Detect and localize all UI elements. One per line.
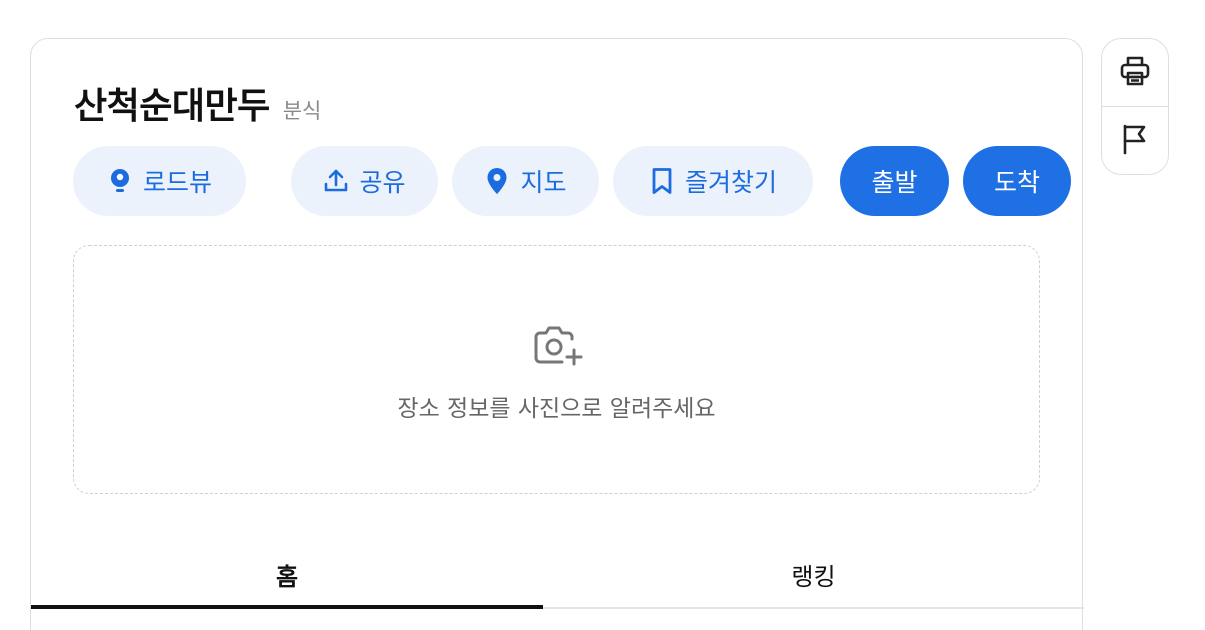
print-icon xyxy=(1119,55,1151,91)
camera-add-icon xyxy=(532,324,584,370)
roadview-label: 로드뷰 xyxy=(142,168,212,197)
tab-ranking[interactable]: 랭킹 xyxy=(543,539,1084,609)
map-button[interactable]: 지도 xyxy=(452,146,599,216)
tab-home[interactable]: 홈 xyxy=(31,539,543,609)
share-label: 공유 xyxy=(359,168,406,197)
photo-upload-area[interactable]: 장소 정보를 사진으로 알려주세요 xyxy=(73,245,1040,494)
bookmark-icon xyxy=(649,167,675,195)
roadview-icon xyxy=(107,167,133,195)
report-button[interactable] xyxy=(1102,107,1168,174)
active-tab-indicator xyxy=(31,605,543,609)
bookmark-label: 즐겨찾기 xyxy=(684,168,777,197)
place-category: 분식 xyxy=(282,99,322,123)
bookmark-button[interactable]: 즐겨찾기 xyxy=(613,146,813,216)
photo-prompt-text: 장소 정보를 사진으로 알려주세요 xyxy=(397,396,716,422)
action-bar: 로드뷰 공유 지도 즐겨찾기 출발 도착 xyxy=(73,146,1071,216)
map-pin-icon xyxy=(484,167,510,195)
side-toolbar xyxy=(1101,38,1169,175)
arrival-button[interactable]: 도착 xyxy=(963,146,1071,216)
place-name: 산척순대만두 xyxy=(74,86,270,127)
map-label: 지도 xyxy=(520,168,567,197)
departure-button[interactable]: 출발 xyxy=(840,146,949,216)
flag-icon xyxy=(1120,123,1150,159)
tab-bar: 홈 랭킹 xyxy=(31,539,1084,609)
share-icon xyxy=(323,167,349,195)
title-row: 산척순대만두 분식 xyxy=(74,77,321,129)
print-button[interactable] xyxy=(1102,39,1168,106)
roadview-button[interactable]: 로드뷰 xyxy=(73,146,246,216)
place-card: 산척순대만두 분식 로드뷰 공유 지도 즐겨찾기 출발 도착 장소 정보를 사진… xyxy=(30,38,1084,630)
share-button[interactable]: 공유 xyxy=(291,146,438,216)
